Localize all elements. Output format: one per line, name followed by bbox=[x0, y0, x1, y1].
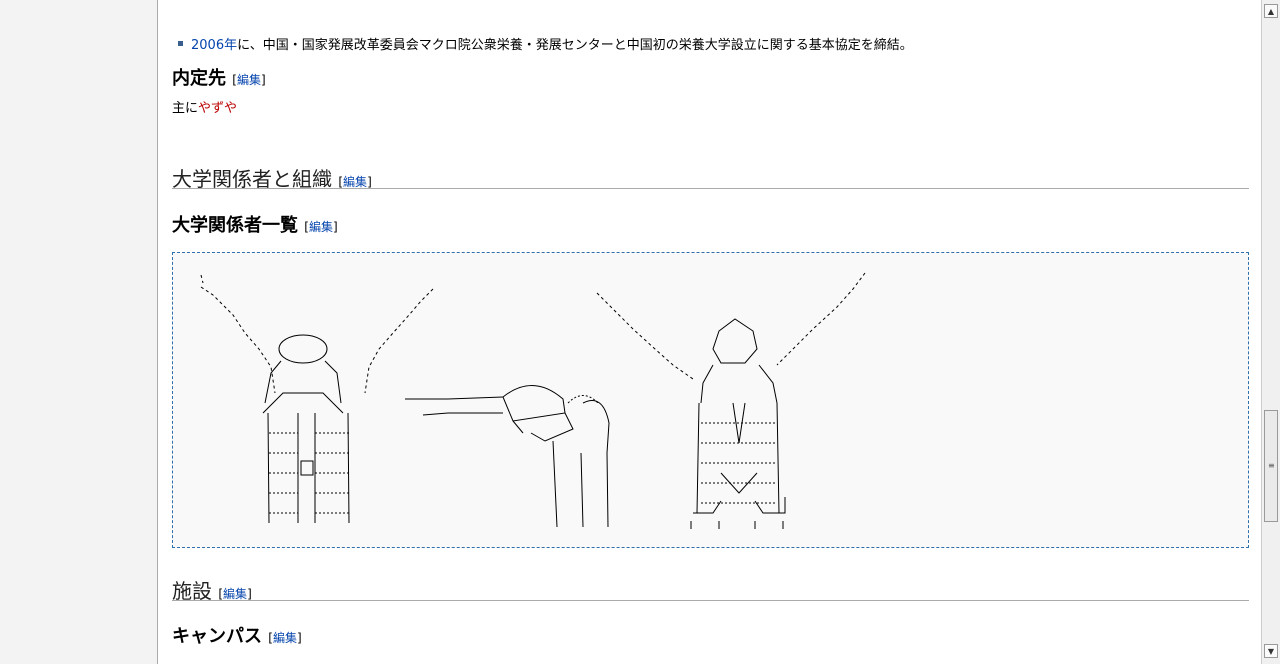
figure-left bbox=[200, 274, 434, 524]
scroll-down-button[interactable]: ▼ bbox=[1264, 644, 1278, 658]
section-heading-naiteisaki: 内定先 [編集] bbox=[172, 68, 266, 89]
figure-middle bbox=[405, 385, 610, 528]
edit-link[interactable]: [編集] bbox=[268, 631, 301, 645]
list-item: 2006年に、中国・国家発展改革委員会マクロ院公衆栄養・発展センターと中国初の栄… bbox=[178, 34, 913, 53]
edit-link[interactable]: [編集] bbox=[304, 220, 337, 234]
bullet-icon bbox=[178, 41, 183, 46]
heading-divider bbox=[172, 188, 1249, 189]
edit-link[interactable]: [編集] bbox=[338, 175, 371, 189]
section-heading-campus: キャンパス [編集] bbox=[172, 626, 302, 647]
vertical-scrollbar[interactable]: ▲ ≡ ▼ bbox=[1261, 0, 1280, 664]
edit-link[interactable]: [編集] bbox=[218, 587, 251, 601]
yazuya-link[interactable]: やずや bbox=[198, 101, 237, 116]
ascii-art-figures bbox=[200, 272, 866, 529]
figure-right bbox=[596, 272, 866, 529]
section-heading-kankeisha-list: 大学関係者一覧 [編集] bbox=[172, 215, 338, 236]
article-content: 2006年に、中国・国家発展改革委員会マクロ院公衆栄養・発展センターと中国初の栄… bbox=[157, 0, 1262, 664]
left-sidebar bbox=[0, 0, 157, 664]
heading-divider bbox=[172, 600, 1249, 601]
naiteisaki-paragraph: 主にやずや bbox=[172, 101, 238, 116]
year-link[interactable]: 2006年 bbox=[191, 38, 237, 53]
ascii-art-block bbox=[172, 252, 1249, 548]
scroll-thumb[interactable]: ≡ bbox=[1264, 410, 1278, 522]
grip-icon: ≡ bbox=[1268, 461, 1275, 470]
bullet-text: に、中国・国家発展改革委員会マクロ院公衆栄養・発展センターと中国初の栄養大学設立… bbox=[237, 38, 913, 53]
scroll-up-button[interactable]: ▲ bbox=[1264, 4, 1278, 18]
edit-link[interactable]: [編集] bbox=[232, 73, 265, 87]
